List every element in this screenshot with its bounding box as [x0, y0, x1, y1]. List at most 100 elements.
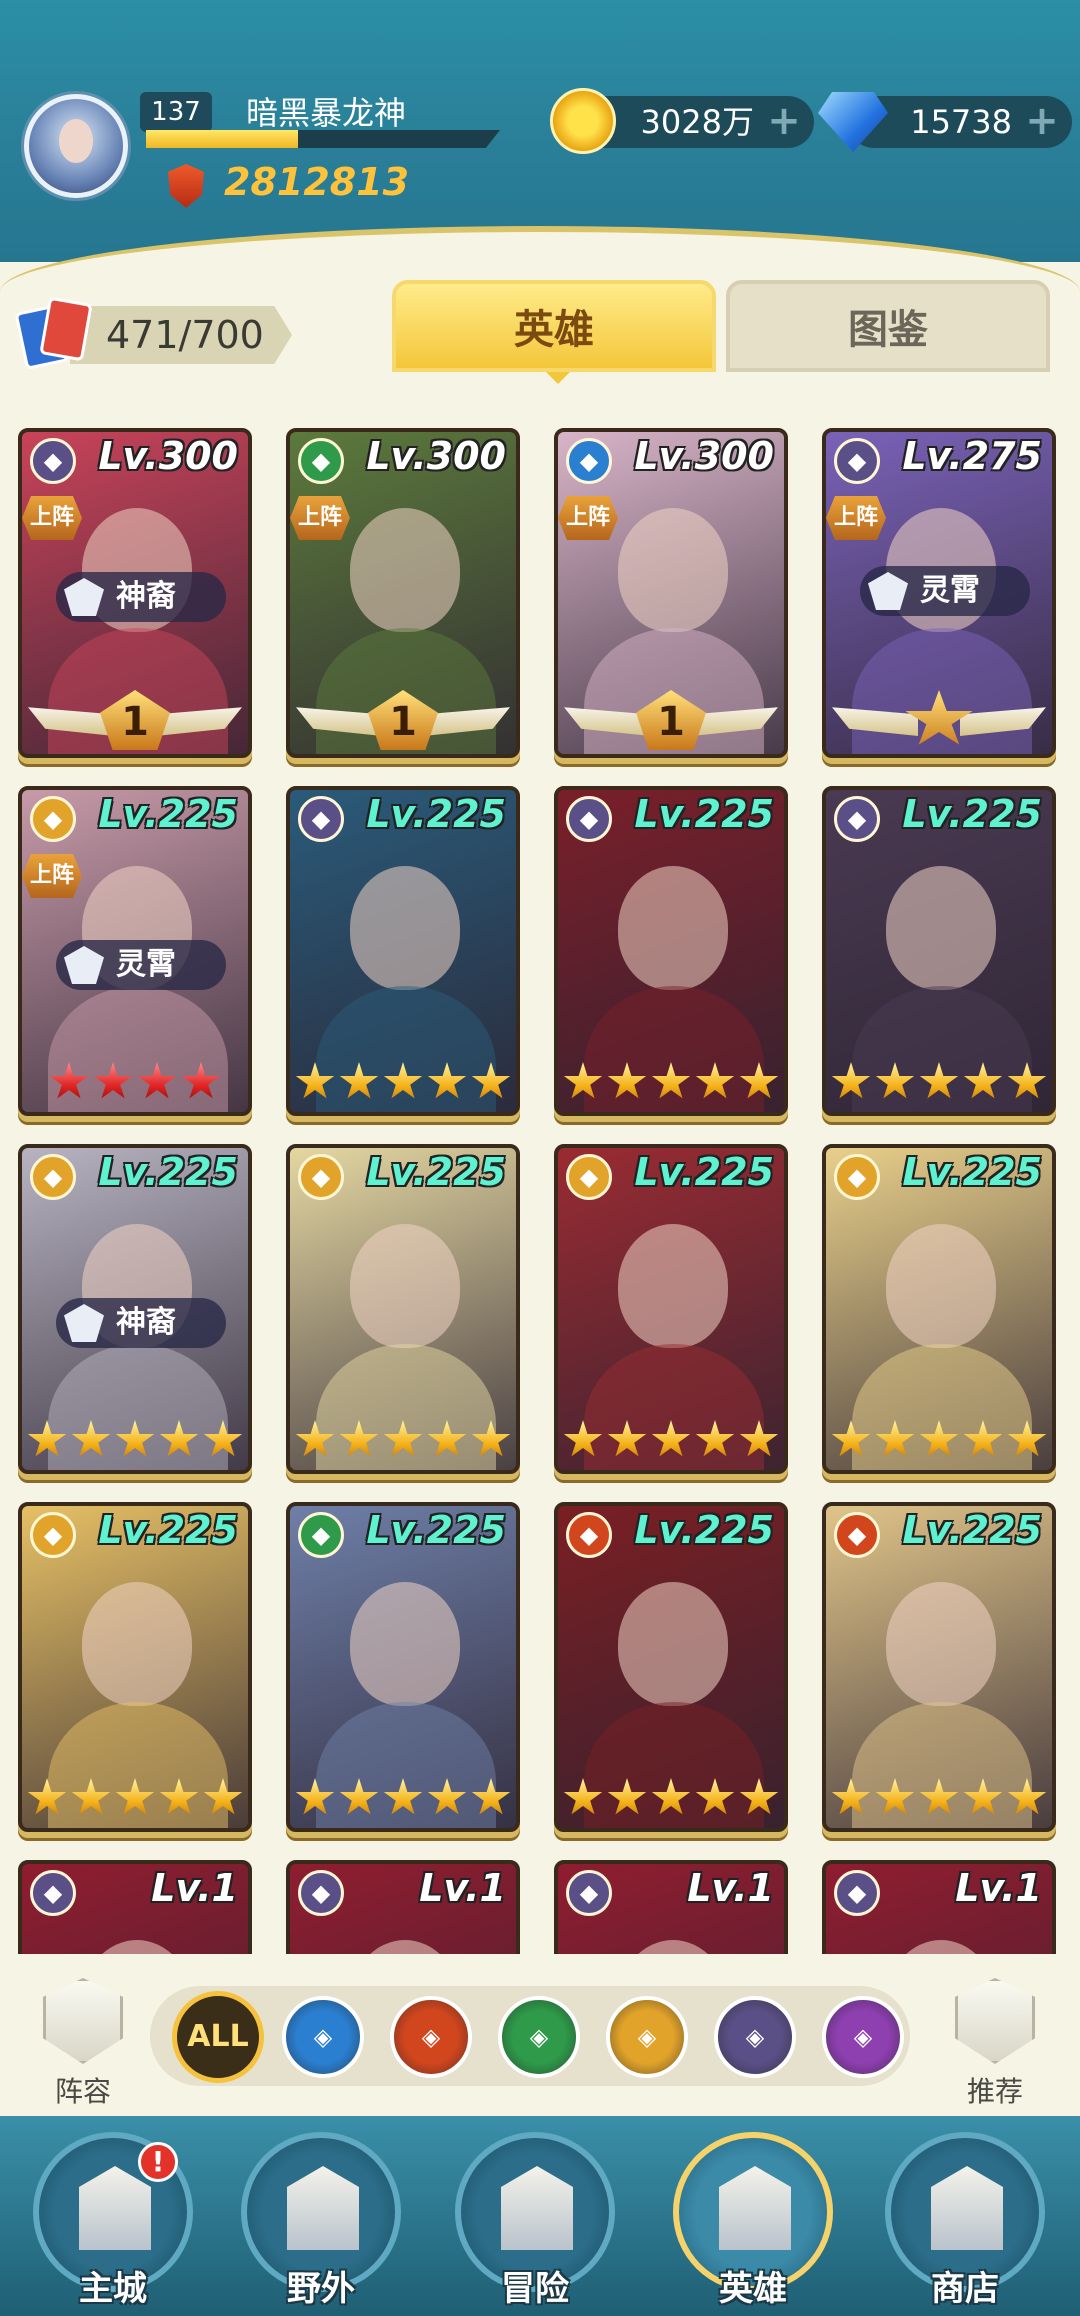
star-icon	[1007, 1420, 1047, 1457]
recommend-button[interactable]: 推荐	[940, 1978, 1050, 2110]
rank-medal: 1	[636, 690, 706, 750]
star-icon	[739, 1062, 779, 1099]
hero-card[interactable]: ◆ Lv.225	[822, 1144, 1056, 1474]
hero-count: 471/700	[106, 313, 264, 357]
faction-water-icon: ◆	[566, 438, 612, 484]
star-icon	[739, 1420, 779, 1457]
deployed-badge: 上阵	[558, 496, 618, 540]
hero-level: Lv.225	[902, 792, 1042, 836]
filter-light-button[interactable]: ◈	[606, 1996, 688, 2078]
hero-card[interactable]: ◆ Lv.1	[554, 1860, 788, 1954]
star-icon	[607, 1778, 647, 1815]
star-icon	[963, 1062, 1003, 1099]
star-icon	[295, 1778, 335, 1815]
hero-portrait	[618, 866, 728, 990]
filter-fire-button[interactable]: ◈	[390, 1996, 472, 2078]
nav-item[interactable]: 英雄	[668, 2132, 838, 2312]
hero-level: Lv.1	[419, 1866, 506, 1910]
nav-building-icon	[79, 2166, 151, 2250]
tab-codex[interactable]: 图鉴	[726, 280, 1050, 372]
hero-level: Lv.225	[902, 1508, 1042, 1552]
nav-building-icon	[931, 2166, 1003, 2250]
nav-building-icon	[287, 2166, 359, 2250]
hero-card[interactable]: ◆ Lv.1	[18, 1860, 252, 1954]
hero-title-text: 灵霄	[116, 947, 176, 982]
title-emblem-icon	[64, 1304, 104, 1342]
hero-card[interactable]: ◆ Lv.225	[554, 786, 788, 1116]
nav-item[interactable]: 冒险	[450, 2132, 620, 2312]
star-icon	[383, 1062, 423, 1099]
filter-water-button[interactable]: ◈	[282, 1996, 364, 2078]
star-icon	[963, 1420, 1003, 1457]
hero-card[interactable]: ◆ Lv.225	[554, 1144, 788, 1474]
star-icon	[427, 1062, 467, 1099]
star-icon	[563, 1778, 603, 1815]
hero-card[interactable]: ◆ Lv.225	[822, 786, 1056, 1116]
hero-card[interactable]: ◆ Lv.300 上阵 1	[554, 428, 788, 758]
lineup-button[interactable]: 阵容	[28, 1978, 138, 2110]
gem-add-button[interactable]: +	[1024, 101, 1060, 141]
hero-level: Lv.225	[98, 1508, 238, 1552]
faction-void-icon: ◆	[834, 1870, 880, 1916]
hero-level: Lv.225	[98, 792, 238, 836]
star-rating	[826, 1420, 1052, 1464]
hero-card[interactable]: ◆ Lv.225	[822, 1502, 1056, 1832]
hero-title-tag: 神裔	[56, 1298, 226, 1348]
nav-item[interactable]: 商店	[880, 2132, 1050, 2312]
star-icon	[651, 1062, 691, 1099]
nav-item[interactable]: 野外	[236, 2132, 406, 2312]
hero-portrait	[350, 1224, 460, 1348]
star-icon	[563, 1420, 603, 1457]
gold-add-button[interactable]: +	[766, 101, 802, 141]
hero-portrait	[350, 866, 460, 990]
star-icon	[427, 1420, 467, 1457]
star-icon	[203, 1778, 243, 1815]
player-avatar[interactable]	[24, 94, 128, 198]
hero-level: Lv.1	[955, 1866, 1042, 1910]
faction-light-icon: ◆	[30, 1154, 76, 1200]
hero-card[interactable]: ◆ Lv.275 上阵 灵霄	[822, 428, 1056, 758]
hero-title-text: 神裔	[116, 579, 176, 614]
hero-title-tag: 神裔	[56, 572, 226, 622]
hero-card[interactable]: ◆ Lv.225	[286, 786, 520, 1116]
star-icon	[383, 1778, 423, 1815]
rank-wings	[832, 690, 1046, 750]
star-rating	[290, 1778, 516, 1822]
hero-level: Lv.225	[634, 1508, 774, 1552]
lineup-label: 阵容	[54, 2075, 111, 2108]
filter-void-button[interactable]: ◈	[714, 1996, 796, 2078]
hero-card[interactable]: ◆ Lv.1	[286, 1860, 520, 1954]
hero-card[interactable]: ◆ Lv.300 上阵 神裔 1	[18, 428, 252, 758]
hero-card[interactable]: ◆ Lv.1	[822, 1860, 1056, 1954]
hero-level: Lv.300	[366, 434, 506, 478]
hero-level: Lv.225	[634, 792, 774, 836]
star-rating	[826, 1778, 1052, 1822]
star-icon	[203, 1420, 243, 1457]
hero-card[interactable]: ◆ Lv.225	[554, 1502, 788, 1832]
filter-forest-button[interactable]: ◈	[498, 1996, 580, 2078]
hero-card[interactable]: ◆ Lv.225 上阵 灵霄	[18, 786, 252, 1116]
hero-card[interactable]: ◆ Lv.225	[18, 1502, 252, 1832]
hero-card[interactable]: ◆ Lv.225	[286, 1502, 520, 1832]
star-icon	[875, 1778, 915, 1815]
hero-card[interactable]: ◆ Lv.225 神裔	[18, 1144, 252, 1474]
faction-fire-icon: ◆	[834, 1512, 880, 1558]
lineup-shield-icon	[43, 1978, 123, 2064]
hero-grid: ◆ Lv.300 上阵 神裔 1 ◆ Lv.300 上阵 1 ◆ Lv.300 上阵 1 ◆ Lv.275 上…	[0, 424, 1080, 1954]
star-icon	[875, 1420, 915, 1457]
star-icon	[383, 1420, 423, 1457]
hero-card[interactable]: ◆ Lv.225	[286, 1144, 520, 1474]
hero-portrait	[886, 866, 996, 990]
tab-heroes[interactable]: 英雄	[392, 280, 716, 372]
hero-portrait	[886, 1582, 996, 1706]
star-icon	[27, 1778, 67, 1815]
hero-card[interactable]: ◆ Lv.300 上阵 1	[286, 428, 520, 758]
star-icon	[919, 1420, 959, 1457]
star-icon	[93, 1062, 133, 1099]
star-icon	[71, 1420, 111, 1457]
faction-void-icon: ◆	[298, 1870, 344, 1916]
filter-all-button[interactable]: ALL	[172, 1991, 264, 2083]
filter-dark-button[interactable]: ◈	[822, 1996, 904, 2078]
main-city-alert-badge: !	[138, 2142, 178, 2182]
star-icon	[695, 1062, 735, 1099]
